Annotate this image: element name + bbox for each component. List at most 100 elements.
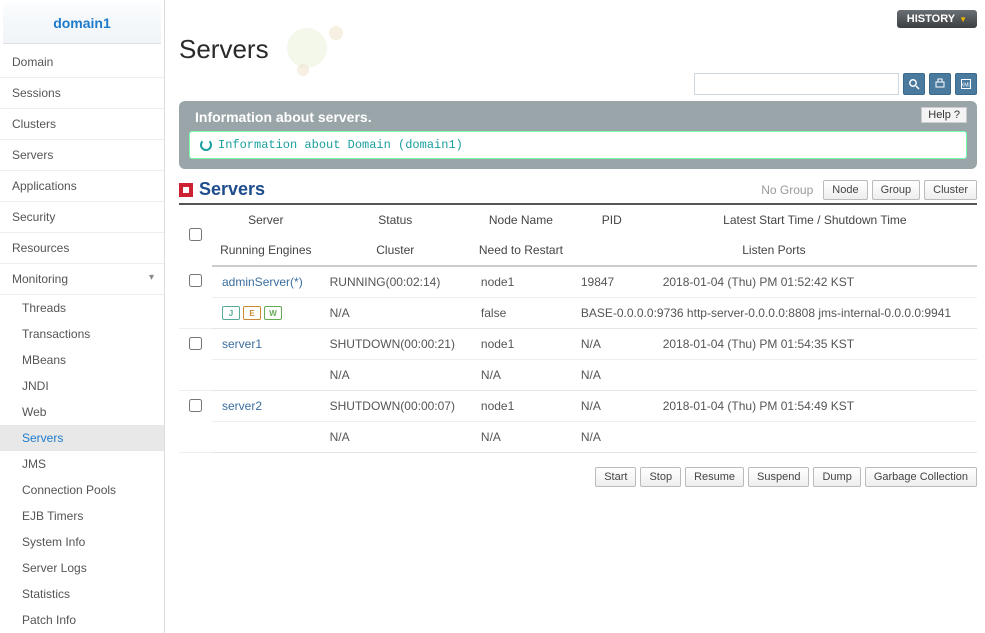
- nav-applications[interactable]: Applications: [0, 171, 164, 202]
- row-checkbox[interactable]: [189, 399, 202, 412]
- server-status: SHUTDOWN(00:00:21): [320, 329, 471, 360]
- decor-circle: [329, 26, 343, 40]
- sub-jndi[interactable]: JNDI: [0, 373, 164, 399]
- row-checkbox[interactable]: [189, 274, 202, 287]
- section-title: Servers: [179, 179, 265, 200]
- server-restart: false: [471, 298, 571, 329]
- no-group-label: No Group: [755, 180, 819, 200]
- info-message: Information about Domain (domain1): [218, 138, 463, 152]
- table-row: adminServer(*)RUNNING(00:02:14)node11984…: [179, 266, 977, 298]
- suspend-button[interactable]: Suspend: [748, 467, 809, 487]
- nav-monitoring[interactable]: Monitoring: [0, 264, 164, 295]
- sub-jms[interactable]: JMS: [0, 451, 164, 477]
- start-button[interactable]: Start: [595, 467, 636, 487]
- server-cluster: N/A: [320, 360, 471, 391]
- search-input[interactable]: [694, 73, 899, 95]
- server-name[interactable]: server2: [222, 399, 262, 413]
- server-ports: N/A: [571, 422, 977, 453]
- col-server: Server: [212, 205, 320, 235]
- server-engines: [212, 422, 320, 453]
- sub-server-logs[interactable]: Server Logs: [0, 555, 164, 581]
- section-title-text: Servers: [199, 179, 265, 200]
- server-pid: N/A: [571, 391, 653, 422]
- server-restart: N/A: [471, 360, 571, 391]
- gc-button[interactable]: Garbage Collection: [865, 467, 977, 487]
- servers-table: Server Status Node Name PID Latest Start…: [179, 205, 977, 453]
- server-name[interactable]: adminServer(*): [222, 275, 303, 289]
- server-node: node1: [471, 391, 571, 422]
- server-node: node1: [471, 266, 571, 298]
- nav-sessions[interactable]: Sessions: [0, 78, 164, 109]
- dump-button[interactable]: Dump: [813, 467, 860, 487]
- sub-patch-info[interactable]: Patch Info: [0, 607, 164, 633]
- nav-domain[interactable]: Domain: [0, 47, 164, 78]
- server-latest: 2018-01-04 (Thu) PM 01:54:49 KST: [653, 391, 977, 422]
- nav-servers[interactable]: Servers: [0, 140, 164, 171]
- help-icon: ?: [954, 109, 960, 121]
- col-node: Node Name: [471, 205, 571, 235]
- col-engines: Running Engines: [212, 235, 320, 266]
- info-panel: Information about servers. Help ? Inform…: [179, 101, 977, 169]
- sidebar: domain1 Domain Sessions Clusters Servers…: [0, 0, 165, 633]
- stop-button[interactable]: Stop: [640, 467, 681, 487]
- info-message-row: Information about Domain (domain1): [189, 131, 967, 159]
- refresh-icon[interactable]: [200, 139, 212, 151]
- domain-name[interactable]: domain1: [3, 3, 161, 44]
- server-node: node1: [471, 329, 571, 360]
- server-cluster: N/A: [320, 422, 471, 453]
- help-label: Help: [928, 109, 951, 121]
- sub-ejb-timers[interactable]: EJB Timers: [0, 503, 164, 529]
- help-button[interactable]: Help ?: [921, 107, 967, 123]
- table-row: N/AN/AN/A: [179, 422, 977, 453]
- col-pid: PID: [571, 205, 653, 235]
- main: HISTORY Servers XML Information about se…: [165, 0, 985, 633]
- view-buttons: No Group Node Group Cluster: [755, 180, 977, 200]
- decor-circle: [287, 28, 327, 68]
- col-cluster: Cluster: [320, 235, 471, 266]
- sub-connection-pools[interactable]: Connection Pools: [0, 477, 164, 503]
- nav-clusters[interactable]: Clusters: [0, 109, 164, 140]
- sub-threads[interactable]: Threads: [0, 295, 164, 321]
- nav-security[interactable]: Security: [0, 202, 164, 233]
- engine-web-icon: W: [264, 306, 282, 320]
- history-button[interactable]: HISTORY: [897, 10, 977, 28]
- page-title-text: Servers: [179, 34, 269, 64]
- table-row: JEW N/AfalseBASE-0.0.0.0:9736 http-server…: [179, 298, 977, 329]
- info-title: Information about servers.: [189, 109, 967, 125]
- table-row: server1 SHUTDOWN(00:00:21)node1N/A2018-01…: [179, 329, 977, 360]
- resume-button[interactable]: Resume: [685, 467, 744, 487]
- col-restart: Need to Restart: [471, 235, 571, 266]
- sub-transactions[interactable]: Transactions: [0, 321, 164, 347]
- select-all-checkbox[interactable]: [189, 228, 202, 241]
- server-ports: BASE-0.0.0.0:9736 http-server-0.0.0.0:88…: [571, 298, 977, 329]
- engine-ejb-icon: E: [243, 306, 261, 320]
- print-icon[interactable]: [929, 73, 951, 95]
- engine-icons: JEW: [222, 306, 310, 320]
- server-name[interactable]: server1: [222, 337, 262, 351]
- xml-export-icon[interactable]: XML: [955, 73, 977, 95]
- page-title: Servers: [179, 34, 977, 65]
- col-latest: Latest Start Time / Shutdown Time: [653, 205, 977, 235]
- server-status: RUNNING(00:02:14): [320, 266, 471, 298]
- row-checkbox[interactable]: [189, 337, 202, 350]
- sub-system-info[interactable]: System Info: [0, 529, 164, 555]
- view-cluster-button[interactable]: Cluster: [924, 180, 977, 200]
- server-pid: N/A: [571, 329, 653, 360]
- sub-web[interactable]: Web: [0, 399, 164, 425]
- view-node-button[interactable]: Node: [823, 180, 867, 200]
- sub-servers[interactable]: Servers: [0, 425, 164, 451]
- sub-mbeans[interactable]: MBeans: [0, 347, 164, 373]
- server-restart: N/A: [471, 422, 571, 453]
- table-row: N/AN/AN/A: [179, 360, 977, 391]
- decor-circle: [297, 64, 309, 76]
- engine-jms-icon: J: [222, 306, 240, 320]
- table-row: server2SHUTDOWN(00:00:07)node1N/A2018-01…: [179, 391, 977, 422]
- search-icon[interactable]: [903, 73, 925, 95]
- nav-resources[interactable]: Resources: [0, 233, 164, 264]
- svg-text:XML: XML: [961, 83, 972, 89]
- server-latest: 2018-01-04 (Thu) PM 01:54:35 KST: [653, 329, 977, 360]
- sub-statistics[interactable]: Statistics: [0, 581, 164, 607]
- server-latest: 2018-01-04 (Thu) PM 01:52:42 KST: [653, 266, 977, 298]
- server-cluster: N/A: [320, 298, 471, 329]
- view-group-button[interactable]: Group: [872, 180, 921, 200]
